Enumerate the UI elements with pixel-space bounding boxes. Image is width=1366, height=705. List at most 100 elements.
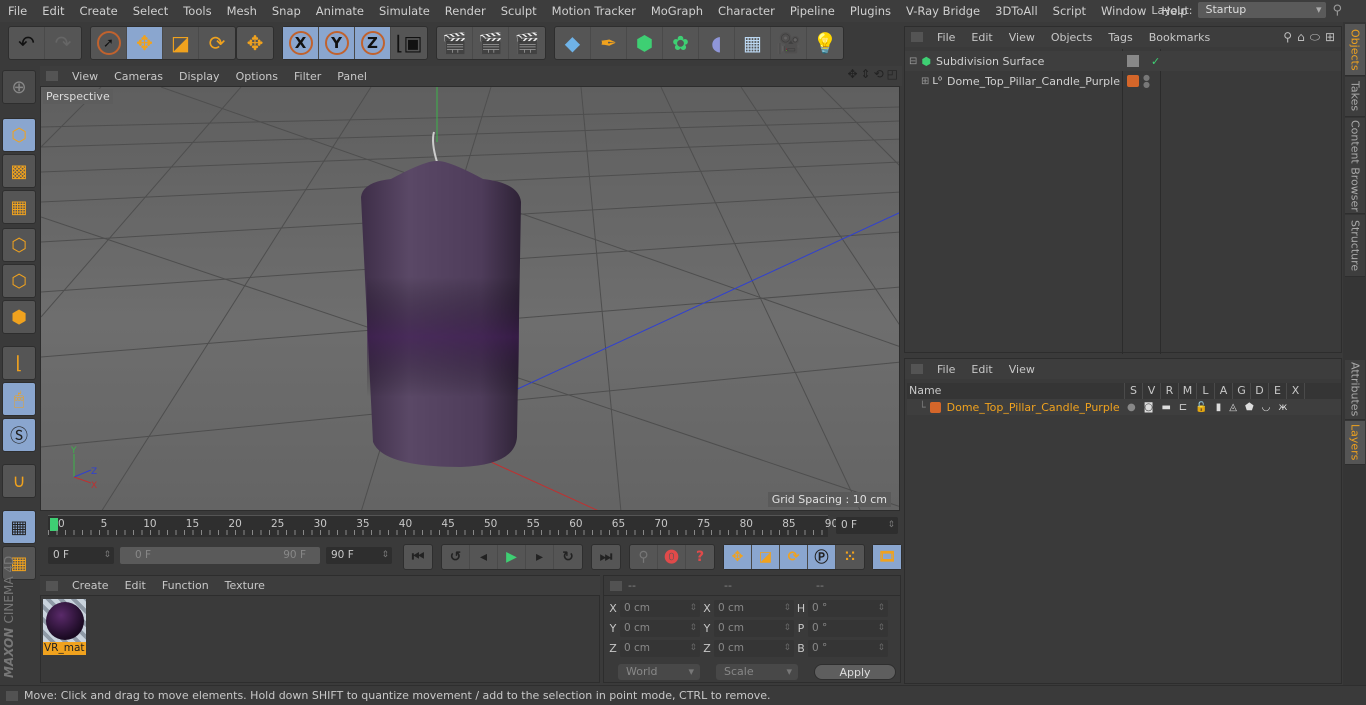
3d-viewport[interactable]: Y Z X Perspective Grid Spacing : 10 cm (40, 86, 900, 511)
obj-menu-bookmarks[interactable]: Bookmarks (1141, 31, 1218, 44)
layer-name[interactable]: Dome_Top_Pillar_Candle_Purple (947, 401, 1120, 414)
xref-icon[interactable]: ж (1278, 402, 1287, 413)
cube-icon[interactable]: ◆ (555, 27, 591, 59)
tab-objects[interactable]: Objects (1345, 24, 1365, 76)
tweak-mode-icon[interactable]: 🖱 (2, 382, 36, 416)
panel-grip-icon[interactable] (46, 580, 58, 591)
viewport-menu-cameras[interactable]: Cameras (106, 70, 171, 83)
panel-grip-icon[interactable] (610, 580, 622, 591)
animation-icon[interactable]: ▮ (1216, 402, 1222, 413)
magnet-icon[interactable]: ∪ (2, 464, 36, 498)
size-field[interactable]: 0 cm (714, 640, 794, 657)
menu-window[interactable]: Window (1093, 4, 1153, 18)
points-mode-icon[interactable]: ⬡ (2, 228, 36, 262)
menu-select[interactable]: Select (125, 4, 175, 18)
pen-spline-icon[interactable]: ✒ (591, 27, 627, 59)
object-row[interactable]: ⊟ ⬢ Subdivision Surface ✓ (905, 51, 1341, 71)
menu-create[interactable]: Create (72, 4, 125, 18)
camera-icon[interactable]: 🎥 (771, 27, 807, 59)
record-keys-icon[interactable]: ⓿ (658, 545, 686, 569)
recent-move-icon[interactable]: ✥ (237, 27, 273, 59)
next-keyframe-icon[interactable]: ↻ (554, 545, 582, 569)
layer-column-header[interactable]: R (1161, 383, 1179, 399)
menu-tools[interactable]: Tools (175, 4, 218, 18)
menu-snap[interactable]: Snap (264, 4, 308, 18)
menu-edit[interactable]: Edit (34, 4, 71, 18)
range-slider[interactable]: 0 F 90 F (120, 547, 320, 564)
position-field[interactable]: 0 cm (620, 620, 700, 637)
viewport-menu-panel[interactable]: Panel (329, 70, 375, 83)
workplane-mode-icon[interactable]: ▦ (2, 190, 36, 224)
panel-grip-icon[interactable] (911, 364, 923, 374)
maximize-view-icon[interactable]: ◰ (887, 67, 898, 81)
key-rotation-icon[interactable]: ⟳ (780, 545, 808, 569)
enabled-check-icon[interactable]: ✓ (1151, 55, 1160, 68)
cloner-icon[interactable]: ✿ (663, 27, 699, 59)
pan-icon[interactable]: ✥ (847, 67, 857, 81)
motion-path-icon[interactable]: ⚲ (630, 545, 658, 569)
layer-menu-file[interactable]: File (929, 363, 963, 376)
enable-axis-icon[interactable]: ⌊ (2, 346, 36, 380)
layer-column-header[interactable]: A (1215, 383, 1233, 399)
orbit-icon[interactable]: ⟲ (874, 67, 884, 81)
search-icon[interactable]: ⚲ (1332, 3, 1342, 18)
z-axis-icon[interactable]: Z (355, 27, 391, 59)
menu-3dtoall[interactable]: 3DToAll (987, 4, 1045, 18)
rotation-field[interactable]: 0 ° (808, 620, 888, 637)
prev-frame-icon[interactable]: ◂ (470, 545, 498, 569)
key-scale-icon[interactable]: ◪ (752, 545, 780, 569)
tab-content-browser[interactable]: Content Browser (1345, 118, 1365, 214)
coord-type-dropdown[interactable]: Scale (716, 664, 798, 680)
obj-menu-edit[interactable]: Edit (963, 31, 1000, 44)
search-icon[interactable]: ⚲ (1283, 30, 1292, 45)
go-to-end-icon[interactable]: ⏭ (592, 545, 620, 569)
light-icon[interactable]: 💡 (807, 27, 843, 59)
undo-icon[interactable]: ↶ (9, 27, 45, 59)
y-axis-icon[interactable]: Y (319, 27, 355, 59)
new-window-icon[interactable]: ⊞ (1325, 30, 1335, 45)
visibility-icon[interactable]: ⬭ (1310, 30, 1320, 45)
collapse-icon[interactable]: ⊟ (909, 56, 917, 67)
rotation-field[interactable]: 0 ° (808, 600, 888, 617)
layer-color-swatch[interactable] (929, 401, 941, 413)
scale-icon[interactable]: ◪ (163, 27, 199, 59)
move-icon[interactable]: ✥ (127, 27, 163, 59)
generators-icon[interactable]: ◬ (1229, 402, 1237, 413)
material-menu-texture[interactable]: Texture (217, 579, 273, 592)
obj-menu-view[interactable]: View (1001, 31, 1043, 44)
coord-mode-dropdown[interactable]: World (618, 664, 700, 680)
deformers-icon[interactable]: ⬟ (1245, 402, 1254, 413)
tab-layers[interactable]: Layers (1345, 421, 1365, 465)
layer-column-header[interactable]: Name (907, 383, 1125, 399)
start-frame-field[interactable]: 0 F (48, 547, 114, 564)
subdivision-surface-icon[interactable]: ⬢ (627, 27, 663, 59)
apply-button[interactable]: Apply (814, 664, 896, 680)
key-pla-icon[interactable]: ⁙ (836, 545, 864, 569)
menu-plugins[interactable]: Plugins (842, 4, 898, 18)
layer-column-header[interactable]: V (1143, 383, 1161, 399)
menu-mograph[interactable]: MoGraph (643, 4, 710, 18)
home-icon[interactable]: ⌂ (1297, 30, 1305, 45)
size-field[interactable]: 0 cm (714, 620, 794, 637)
object-row[interactable]: ⊞ L⁰ Dome_Top_Pillar_Candle_Purple ● ● (905, 71, 1341, 91)
rotation-field[interactable]: 0 ° (808, 640, 888, 657)
tab-structure[interactable]: Structure (1345, 215, 1365, 277)
camera-label[interactable]: Perspective (43, 89, 113, 104)
material-swatch[interactable]: VR_mat (43, 599, 86, 656)
render-icon[interactable]: ▬ (1161, 402, 1170, 413)
lock-icon[interactable]: 🔓 (1195, 402, 1207, 413)
menu-simulate[interactable]: Simulate (371, 4, 437, 18)
menu-character[interactable]: Character (710, 4, 782, 18)
layer-column-header[interactable]: D (1251, 383, 1269, 399)
expand-icon[interactable]: ⊞ (921, 76, 929, 87)
menu-script[interactable]: Script (1045, 4, 1093, 18)
key-position-icon[interactable]: ✥ (724, 545, 752, 569)
viewport-menu-display[interactable]: Display (171, 70, 228, 83)
layer-color-tag[interactable] (1127, 75, 1139, 87)
obj-menu-file[interactable]: File (929, 31, 963, 44)
layer-column-header[interactable]: M (1179, 383, 1197, 399)
edges-mode-icon[interactable]: ⬡ (2, 264, 36, 298)
obj-menu-objects[interactable]: Objects (1043, 31, 1101, 44)
menu-motion-tracker[interactable]: Motion Tracker (544, 4, 643, 18)
size-field[interactable]: 0 cm (714, 600, 794, 617)
